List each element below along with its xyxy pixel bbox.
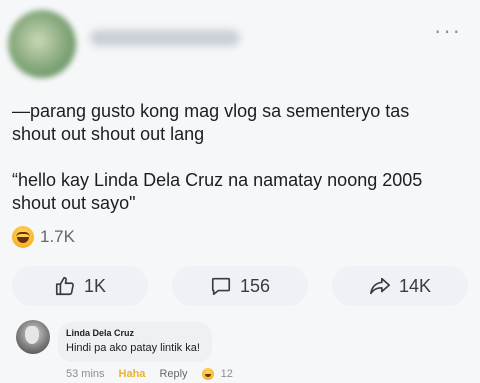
commenter-avatar[interactable]: [16, 320, 50, 354]
comment-reply-button[interactable]: Reply: [159, 368, 187, 380]
comment-button[interactable]: 156: [172, 266, 308, 306]
comment-count: 156: [239, 275, 271, 296]
share-arrow-icon: [369, 277, 390, 295]
comment-bubble-icon: [211, 277, 231, 296]
haha-emoji-icon: [201, 368, 214, 381]
comment-time: 53 mins: [66, 368, 105, 381]
commenter-name[interactable]: Linda Dela Cruz: [66, 328, 200, 338]
comment-haha-button[interactable]: Haha: [119, 368, 146, 380]
post-card: ··· —parang gusto kong mag vlog sa semen…: [0, 0, 480, 383]
share-count: 14K: [398, 275, 432, 296]
comment-bubble: Linda Dela Cruz Hindi pa ako patay linti…: [58, 322, 212, 362]
more-options-icon[interactable]: ···: [434, 20, 462, 42]
thumbs-up-icon: [55, 276, 74, 296]
comment-meta: 53 mins Haha Reply 12: [66, 368, 233, 381]
share-button[interactable]: 14K: [332, 266, 468, 306]
author-name-blurred[interactable]: [90, 30, 240, 46]
comment-reaction-count: 12: [220, 368, 233, 380]
action-bar: 1K 156 14K: [12, 266, 468, 306]
reaction-count: 1.7K: [40, 227, 75, 246]
like-count: 1K: [83, 275, 107, 296]
post-text: —parang gusto kong mag vlog sa sementery…: [12, 101, 423, 213]
comment-reaction-summary[interactable]: 12: [201, 368, 233, 381]
comment-text: Hindi pa ako patay lintik ka!: [66, 342, 200, 354]
haha-emoji-icon: [12, 226, 34, 248]
reaction-summary[interactable]: 1.7K: [12, 226, 75, 248]
author-avatar-blurred[interactable]: [8, 10, 76, 78]
like-button[interactable]: 1K: [12, 266, 148, 306]
